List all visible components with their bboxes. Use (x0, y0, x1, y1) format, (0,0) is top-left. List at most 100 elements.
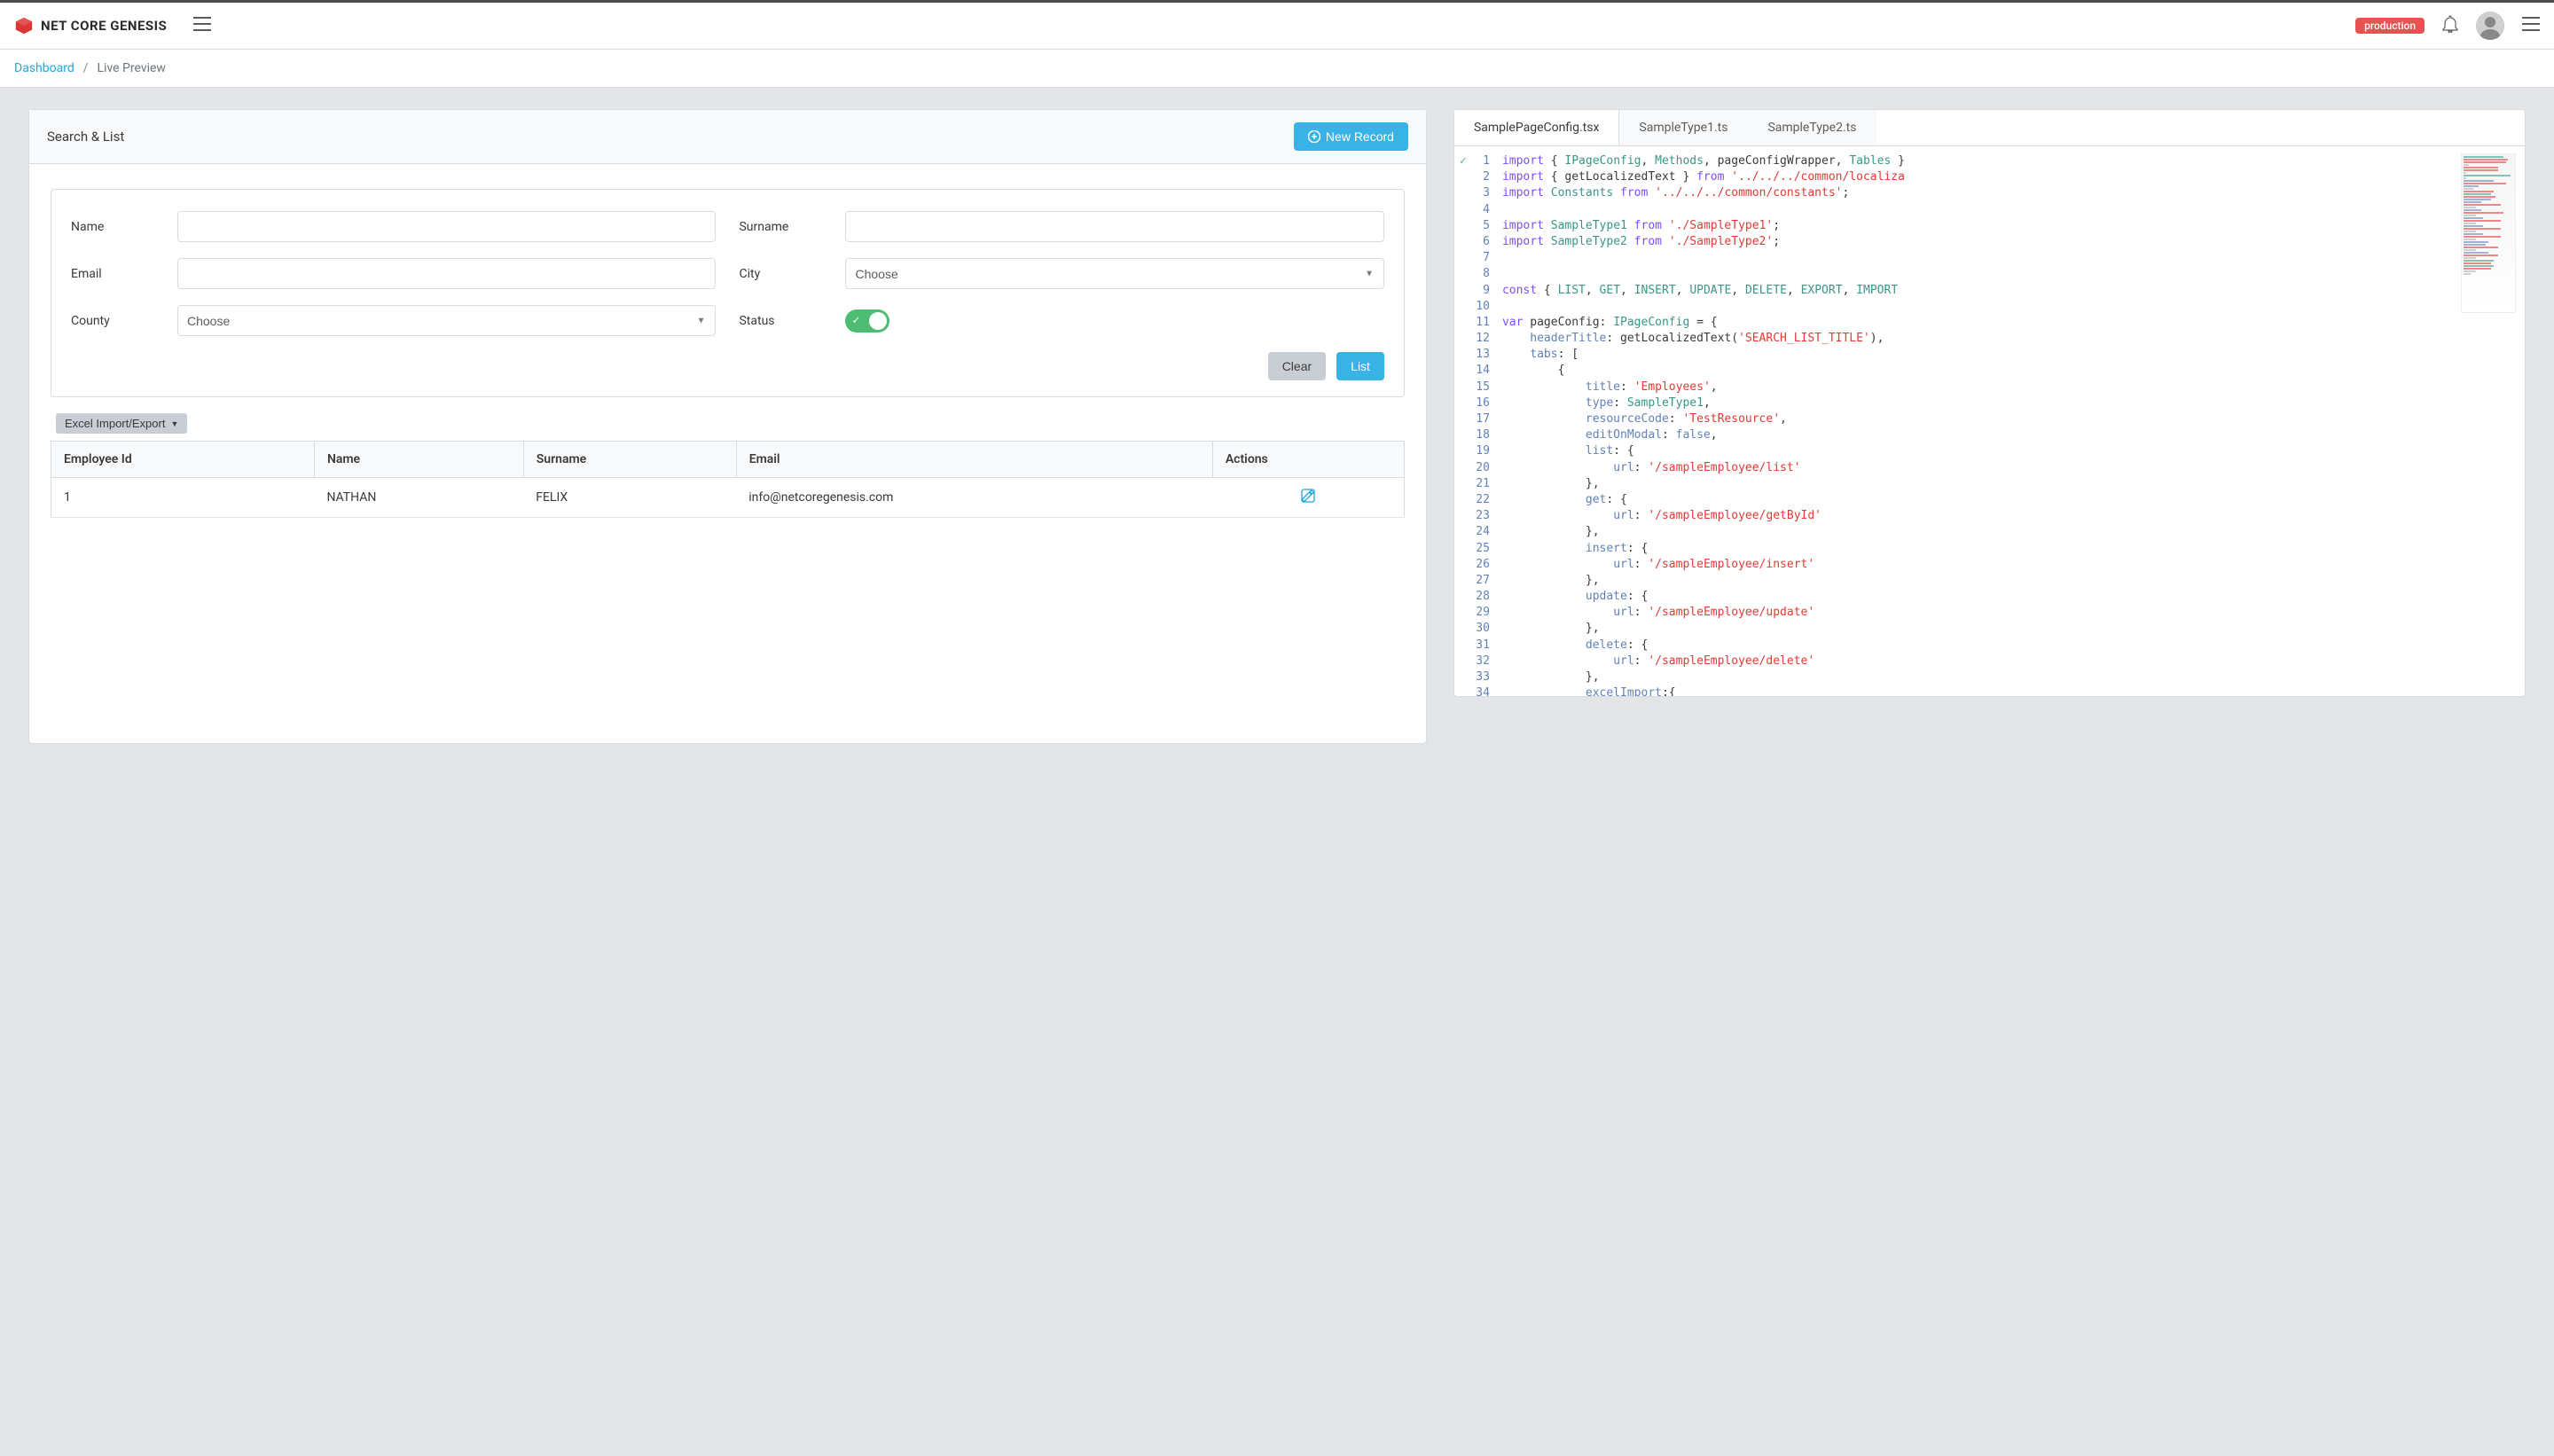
county-select[interactable]: Choose (177, 305, 716, 336)
line-number: 11 (1454, 315, 1502, 331)
line-number: 21 (1454, 476, 1502, 492)
col-email[interactable]: Email (736, 442, 1212, 478)
line-number: 22 (1454, 492, 1502, 508)
code-text: import SampleType2 from './SampleType2'; (1502, 234, 2525, 250)
line-number: ✓1 (1454, 153, 1502, 169)
name-input[interactable] (177, 211, 716, 242)
code-text: insert: { (1502, 541, 2525, 557)
plus-circle-icon (1308, 130, 1320, 143)
code-text: editOnModal: false, (1502, 427, 2525, 443)
line-number: 34 (1454, 685, 1502, 696)
env-badge: production (2355, 18, 2425, 34)
code-minimap[interactable] (2461, 153, 2516, 313)
user-avatar[interactable] (2476, 12, 2504, 40)
name-label: Name (71, 220, 177, 234)
code-text: url: '/sampleEmployee/list' (1502, 460, 2525, 476)
city-select[interactable]: Choose (845, 258, 1383, 289)
clear-label: Clear (1282, 359, 1312, 373)
line-number: 9 (1454, 283, 1502, 299)
code-line: 20 url: '/sampleEmployee/list' (1454, 460, 2525, 476)
col-name[interactable]: Name (314, 442, 523, 478)
menu-toggle-left[interactable] (193, 17, 211, 35)
line-number: 25 (1454, 541, 1502, 557)
status-toggle[interactable]: ✓ (845, 309, 889, 333)
table-empty-area (51, 518, 1405, 722)
code-line: 31 delete: { (1454, 638, 2525, 654)
code-text: url: '/sampleEmployee/update' (1502, 605, 2525, 621)
line-number: 15 (1454, 380, 1502, 395)
code-text: type: SampleType1, (1502, 395, 2525, 411)
code-text: { (1502, 363, 2525, 379)
code-line: 14 { (1454, 363, 2525, 379)
brand-text: NET CORE GENESIS (41, 18, 167, 34)
code-text: var pageConfig: IPageConfig = { (1502, 315, 2525, 331)
notifications-button[interactable] (2442, 15, 2458, 36)
line-number: 20 (1454, 460, 1502, 476)
code-line: 2import { getLocalizedText } from '../..… (1454, 169, 2525, 185)
new-record-button[interactable]: New Record (1294, 122, 1408, 151)
results-table: Employee Id Name Surname Email Actions 1… (51, 441, 1405, 518)
code-tab[interactable]: SamplePageConfig.tsx (1454, 110, 1619, 145)
code-tab[interactable]: SampleType2.ts (1748, 110, 1876, 145)
code-line: 8 (1454, 266, 2525, 282)
line-number: 23 (1454, 508, 1502, 524)
code-text: }, (1502, 524, 2525, 540)
edit-button[interactable] (1301, 492, 1315, 506)
code-line: 15 title: 'Employees', (1454, 380, 2525, 395)
code-text (1502, 299, 2525, 315)
list-button[interactable]: List (1336, 352, 1384, 380)
line-number: 8 (1454, 266, 1502, 282)
line-number: 6 (1454, 234, 1502, 250)
code-line: 10 (1454, 299, 2525, 315)
code-line: 22 get: { (1454, 492, 2525, 508)
line-number: 12 (1454, 331, 1502, 347)
breadcrumb-current: Live Preview (98, 61, 166, 75)
code-tab[interactable]: SampleType1.ts (1619, 110, 1748, 145)
line-number: 13 (1454, 347, 1502, 363)
code-text: url: '/sampleEmployee/insert' (1502, 557, 2525, 573)
toggle-knob (869, 312, 887, 330)
bell-icon (2442, 15, 2458, 33)
code-text: }, (1502, 476, 2525, 492)
code-line: ✓1import { IPageConfig, Methods, pageCon… (1454, 153, 2525, 169)
clear-button[interactable]: Clear (1268, 352, 1326, 380)
code-line: 28 update: { (1454, 589, 2525, 605)
code-text: delete: { (1502, 638, 2525, 654)
caret-down-icon: ▼ (170, 419, 178, 428)
new-record-label: New Record (1326, 129, 1394, 144)
cell-name: NATHAN (314, 478, 523, 518)
code-text: headerTitle: getLocalizedText('SEARCH_LI… (1502, 331, 2525, 347)
line-number: 26 (1454, 557, 1502, 573)
code-text: excelImport:{ (1502, 685, 2525, 696)
line-number: 10 (1454, 299, 1502, 315)
search-form: Name Surname Email City (51, 189, 1405, 397)
email-input[interactable] (177, 258, 716, 289)
code-text (1502, 202, 2525, 218)
code-text: import { getLocalizedText } from '../../… (1502, 169, 2525, 185)
cell-id: 1 (51, 478, 315, 518)
code-line: 17 resourceCode: 'TestResource', (1454, 411, 2525, 427)
line-number: 33 (1454, 669, 1502, 685)
excel-import-export-button[interactable]: Excel Import/Export ▼ (56, 413, 187, 434)
hamburger-icon (2522, 17, 2540, 31)
code-text: import { IPageConfig, Methods, pageConfi… (1502, 153, 2525, 169)
brand-logo[interactable]: NET CORE GENESIS (14, 16, 167, 35)
col-employee-id[interactable]: Employee Id (51, 442, 315, 478)
col-surname[interactable]: Surname (523, 442, 736, 478)
code-text: }, (1502, 621, 2525, 637)
breadcrumb-root[interactable]: Dashboard (14, 61, 74, 75)
table-row[interactable]: 1NATHANFELIXinfo@netcoregenesis.com (51, 478, 1405, 518)
line-number: 17 (1454, 411, 1502, 427)
table-header-row: Employee Id Name Surname Email Actions (51, 442, 1405, 478)
menu-toggle-right[interactable] (2522, 17, 2540, 35)
line-number: 18 (1454, 427, 1502, 443)
code-editor[interactable]: ✓1import { IPageConfig, Methods, pageCon… (1454, 146, 2525, 696)
cell-surname: FELIX (523, 478, 736, 518)
email-label: Email (71, 267, 177, 281)
surname-input[interactable] (845, 211, 1383, 242)
code-text (1502, 250, 2525, 266)
code-line: 5import SampleType1 from './SampleType1'… (1454, 218, 2525, 234)
code-line: 25 insert: { (1454, 541, 2525, 557)
logo-icon (14, 16, 34, 35)
code-line: 3import Constants from '../../../common/… (1454, 185, 2525, 201)
